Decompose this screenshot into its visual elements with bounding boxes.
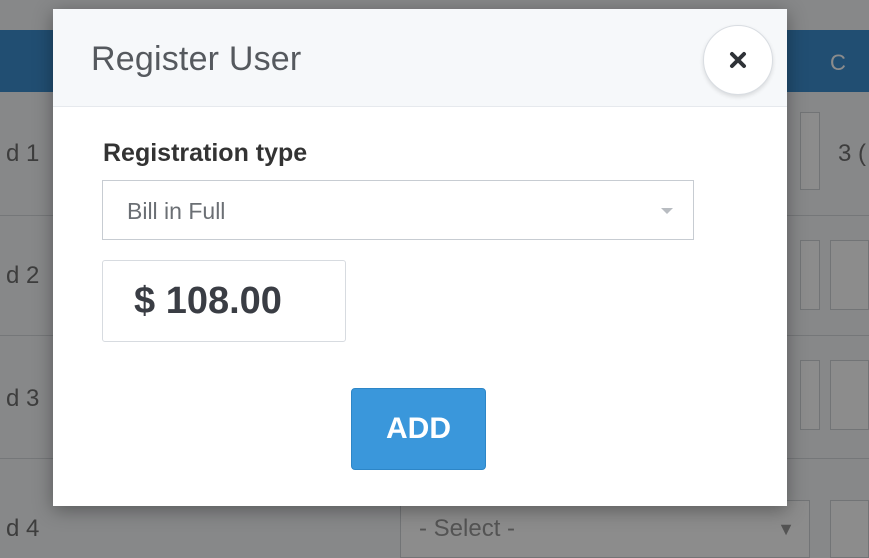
modal-header: Register User (53, 9, 787, 107)
chevron-down-icon (661, 208, 673, 214)
register-user-modal: Register User Registration type Bill in … (53, 9, 787, 506)
registration-type-value: Bill in Full (127, 198, 226, 224)
add-button[interactable]: ADD (351, 388, 486, 470)
amount-display: $ 108.00 (102, 260, 346, 342)
close-icon (730, 52, 746, 68)
registration-type-label: Registration type (103, 139, 308, 167)
registration-type-select[interactable]: Bill in Full (102, 180, 694, 240)
amount-value: $ 108.00 (134, 280, 282, 322)
modal-title: Register User (91, 40, 302, 78)
close-button[interactable] (703, 25, 773, 95)
